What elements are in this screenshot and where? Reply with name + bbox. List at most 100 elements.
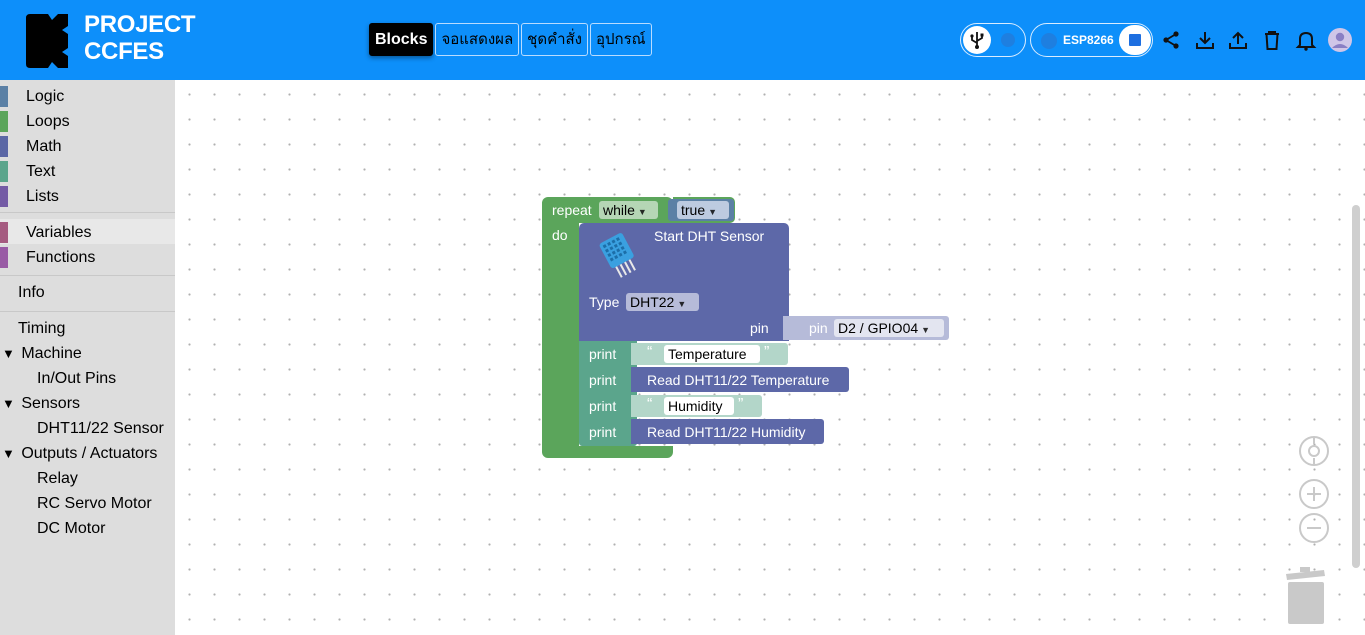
category-label: Sensors: [21, 395, 81, 412]
close-quote-icon: ”: [764, 344, 770, 361]
category-relay[interactable]: Relay: [37, 468, 78, 490]
category-label: Math: [26, 138, 62, 155]
repeat-do-arm: [542, 223, 579, 446]
board-selector[interactable]: ESP8266: [1030, 23, 1153, 57]
text-field-humidity[interactable]: Humidity: [664, 397, 734, 415]
dht-type-dropdown[interactable]: DHT22 ▼: [626, 293, 699, 311]
download-icon[interactable]: [1194, 29, 1216, 51]
category-outputs-actuators[interactable]: ▼ Outputs / Actuators: [2, 443, 157, 465]
usb-toggle-knob: [963, 26, 991, 54]
expand-arrow-icon: ▼: [2, 396, 15, 411]
sidebar-separator: [0, 275, 175, 276]
open-quote-icon: “: [647, 396, 653, 413]
category-lists[interactable]: Lists: [0, 183, 175, 208]
category-loops[interactable]: Loops: [0, 108, 175, 133]
brand-line-2: CCFES: [84, 38, 164, 65]
true-dropdown[interactable]: true ▼: [677, 201, 729, 219]
plus-icon: [1307, 487, 1321, 501]
print-label: print: [589, 346, 617, 362]
print-label: print: [589, 424, 617, 440]
usb-status-dot: [1001, 33, 1015, 47]
tab-blocks[interactable]: Blocks: [369, 23, 434, 56]
category-info[interactable]: Info: [18, 282, 45, 304]
trash-icon[interactable]: [1261, 29, 1283, 51]
user-avatar-icon[interactable]: [1327, 27, 1353, 53]
do-label: do: [552, 227, 568, 243]
category-in-out-pins[interactable]: In/Out Pins: [37, 368, 116, 390]
stop-icon: [1129, 34, 1141, 46]
usb-connect-toggle[interactable]: [960, 23, 1026, 57]
category-sensors[interactable]: ▼ Sensors: [2, 393, 80, 415]
category-label: Loops: [26, 113, 70, 130]
dropdown-arrow-icon: ▼: [637, 207, 647, 217]
bell-icon[interactable]: [1295, 29, 1317, 51]
app-header: PROJECT CCFES Blocks จอแสดงผล ชุดคำสั่ง …: [0, 0, 1365, 80]
category-color-swatch: [0, 111, 8, 132]
stop-button[interactable]: [1119, 25, 1151, 55]
toolbox-sidebar: Logic Loops Math Text Lists Variables Fu…: [0, 80, 175, 635]
category-label: Logic: [26, 88, 65, 105]
board-status-dot: [1041, 33, 1057, 49]
dropdown-arrow-icon: ▼: [708, 207, 718, 217]
category-label: Machine: [21, 345, 82, 362]
expand-arrow-icon: ▼: [2, 346, 15, 361]
pin-dropdown[interactable]: D2 / GPIO04 ▼: [834, 319, 944, 337]
category-servo-motor[interactable]: RC Servo Motor: [37, 493, 152, 515]
open-quote-icon: “: [647, 344, 653, 361]
true-value: true: [681, 202, 706, 218]
zoom-out-button[interactable]: [1299, 513, 1329, 543]
dropdown-arrow-icon: ▼: [677, 299, 687, 309]
main-tabs: Blocks จอแสดงผล ชุดคำสั่ง อุปกรณ์: [369, 23, 652, 56]
close-quote-icon: ”: [738, 396, 744, 413]
tab-devices[interactable]: อุปกรณ์: [590, 23, 652, 56]
tab-display[interactable]: จอแสดงผล: [435, 23, 520, 56]
category-variables[interactable]: Variables: [0, 219, 175, 244]
category-color-swatch: [0, 186, 8, 207]
repeat-label: repeat: [552, 202, 592, 218]
repeat-block-footer: [542, 446, 673, 458]
category-label: Lists: [26, 188, 59, 205]
category-color-swatch: [0, 161, 8, 182]
read-humidity-label: Read DHT11/22 Humidity: [647, 424, 806, 440]
usb-icon: [970, 32, 984, 49]
category-label: Outputs / Actuators: [21, 445, 158, 462]
category-label: Variables: [26, 224, 92, 241]
print-label: print: [589, 372, 617, 388]
sidebar-separator: [0, 311, 175, 312]
zoom-in-button[interactable]: [1299, 479, 1329, 509]
while-dropdown[interactable]: while ▼: [599, 201, 658, 219]
upload-icon[interactable]: [1227, 29, 1249, 51]
print-label: print: [589, 398, 617, 414]
pin-inner-label: pin: [809, 320, 828, 336]
dht-type-value: DHT22: [630, 294, 675, 310]
workspace-vertical-scrollbar[interactable]: [1352, 205, 1360, 568]
read-temperature-label: Read DHT11/22 Temperature: [647, 372, 830, 388]
brand-line-1: PROJECT: [84, 11, 196, 38]
category-text[interactable]: Text: [0, 158, 175, 183]
brand-name: PROJECT CCFES: [84, 11, 196, 65]
target-icon: [1308, 438, 1320, 464]
sidebar-separator: [0, 212, 175, 213]
category-logic[interactable]: Logic: [0, 83, 175, 108]
share-icon[interactable]: [1160, 29, 1182, 51]
category-color-swatch: [0, 247, 8, 268]
dht-sensor-icon: [599, 233, 636, 278]
workspace-trash-icon[interactable]: [1284, 566, 1328, 626]
category-color-swatch: [0, 86, 8, 107]
recenter-button[interactable]: [1299, 436, 1329, 466]
board-label: ESP8266: [1063, 33, 1114, 47]
category-dht-sensor[interactable]: DHT11/22 Sensor: [37, 418, 164, 440]
tab-commands[interactable]: ชุดคำสั่ง: [521, 23, 588, 56]
category-color-swatch: [0, 136, 8, 157]
start-dht-label: Start DHT Sensor: [654, 228, 765, 244]
category-color-swatch: [0, 222, 8, 243]
category-functions[interactable]: Functions: [0, 244, 175, 269]
text-field-temperature[interactable]: Temperature: [664, 345, 760, 363]
expand-arrow-icon: ▼: [2, 446, 15, 461]
category-machine[interactable]: ▼ Machine: [2, 343, 82, 365]
category-math[interactable]: Math: [0, 133, 175, 158]
category-dc-motor[interactable]: DC Motor: [37, 518, 105, 540]
dropdown-arrow-icon: ▼: [921, 325, 931, 335]
category-timing[interactable]: Timing: [18, 318, 65, 340]
minus-icon: [1307, 527, 1321, 529]
